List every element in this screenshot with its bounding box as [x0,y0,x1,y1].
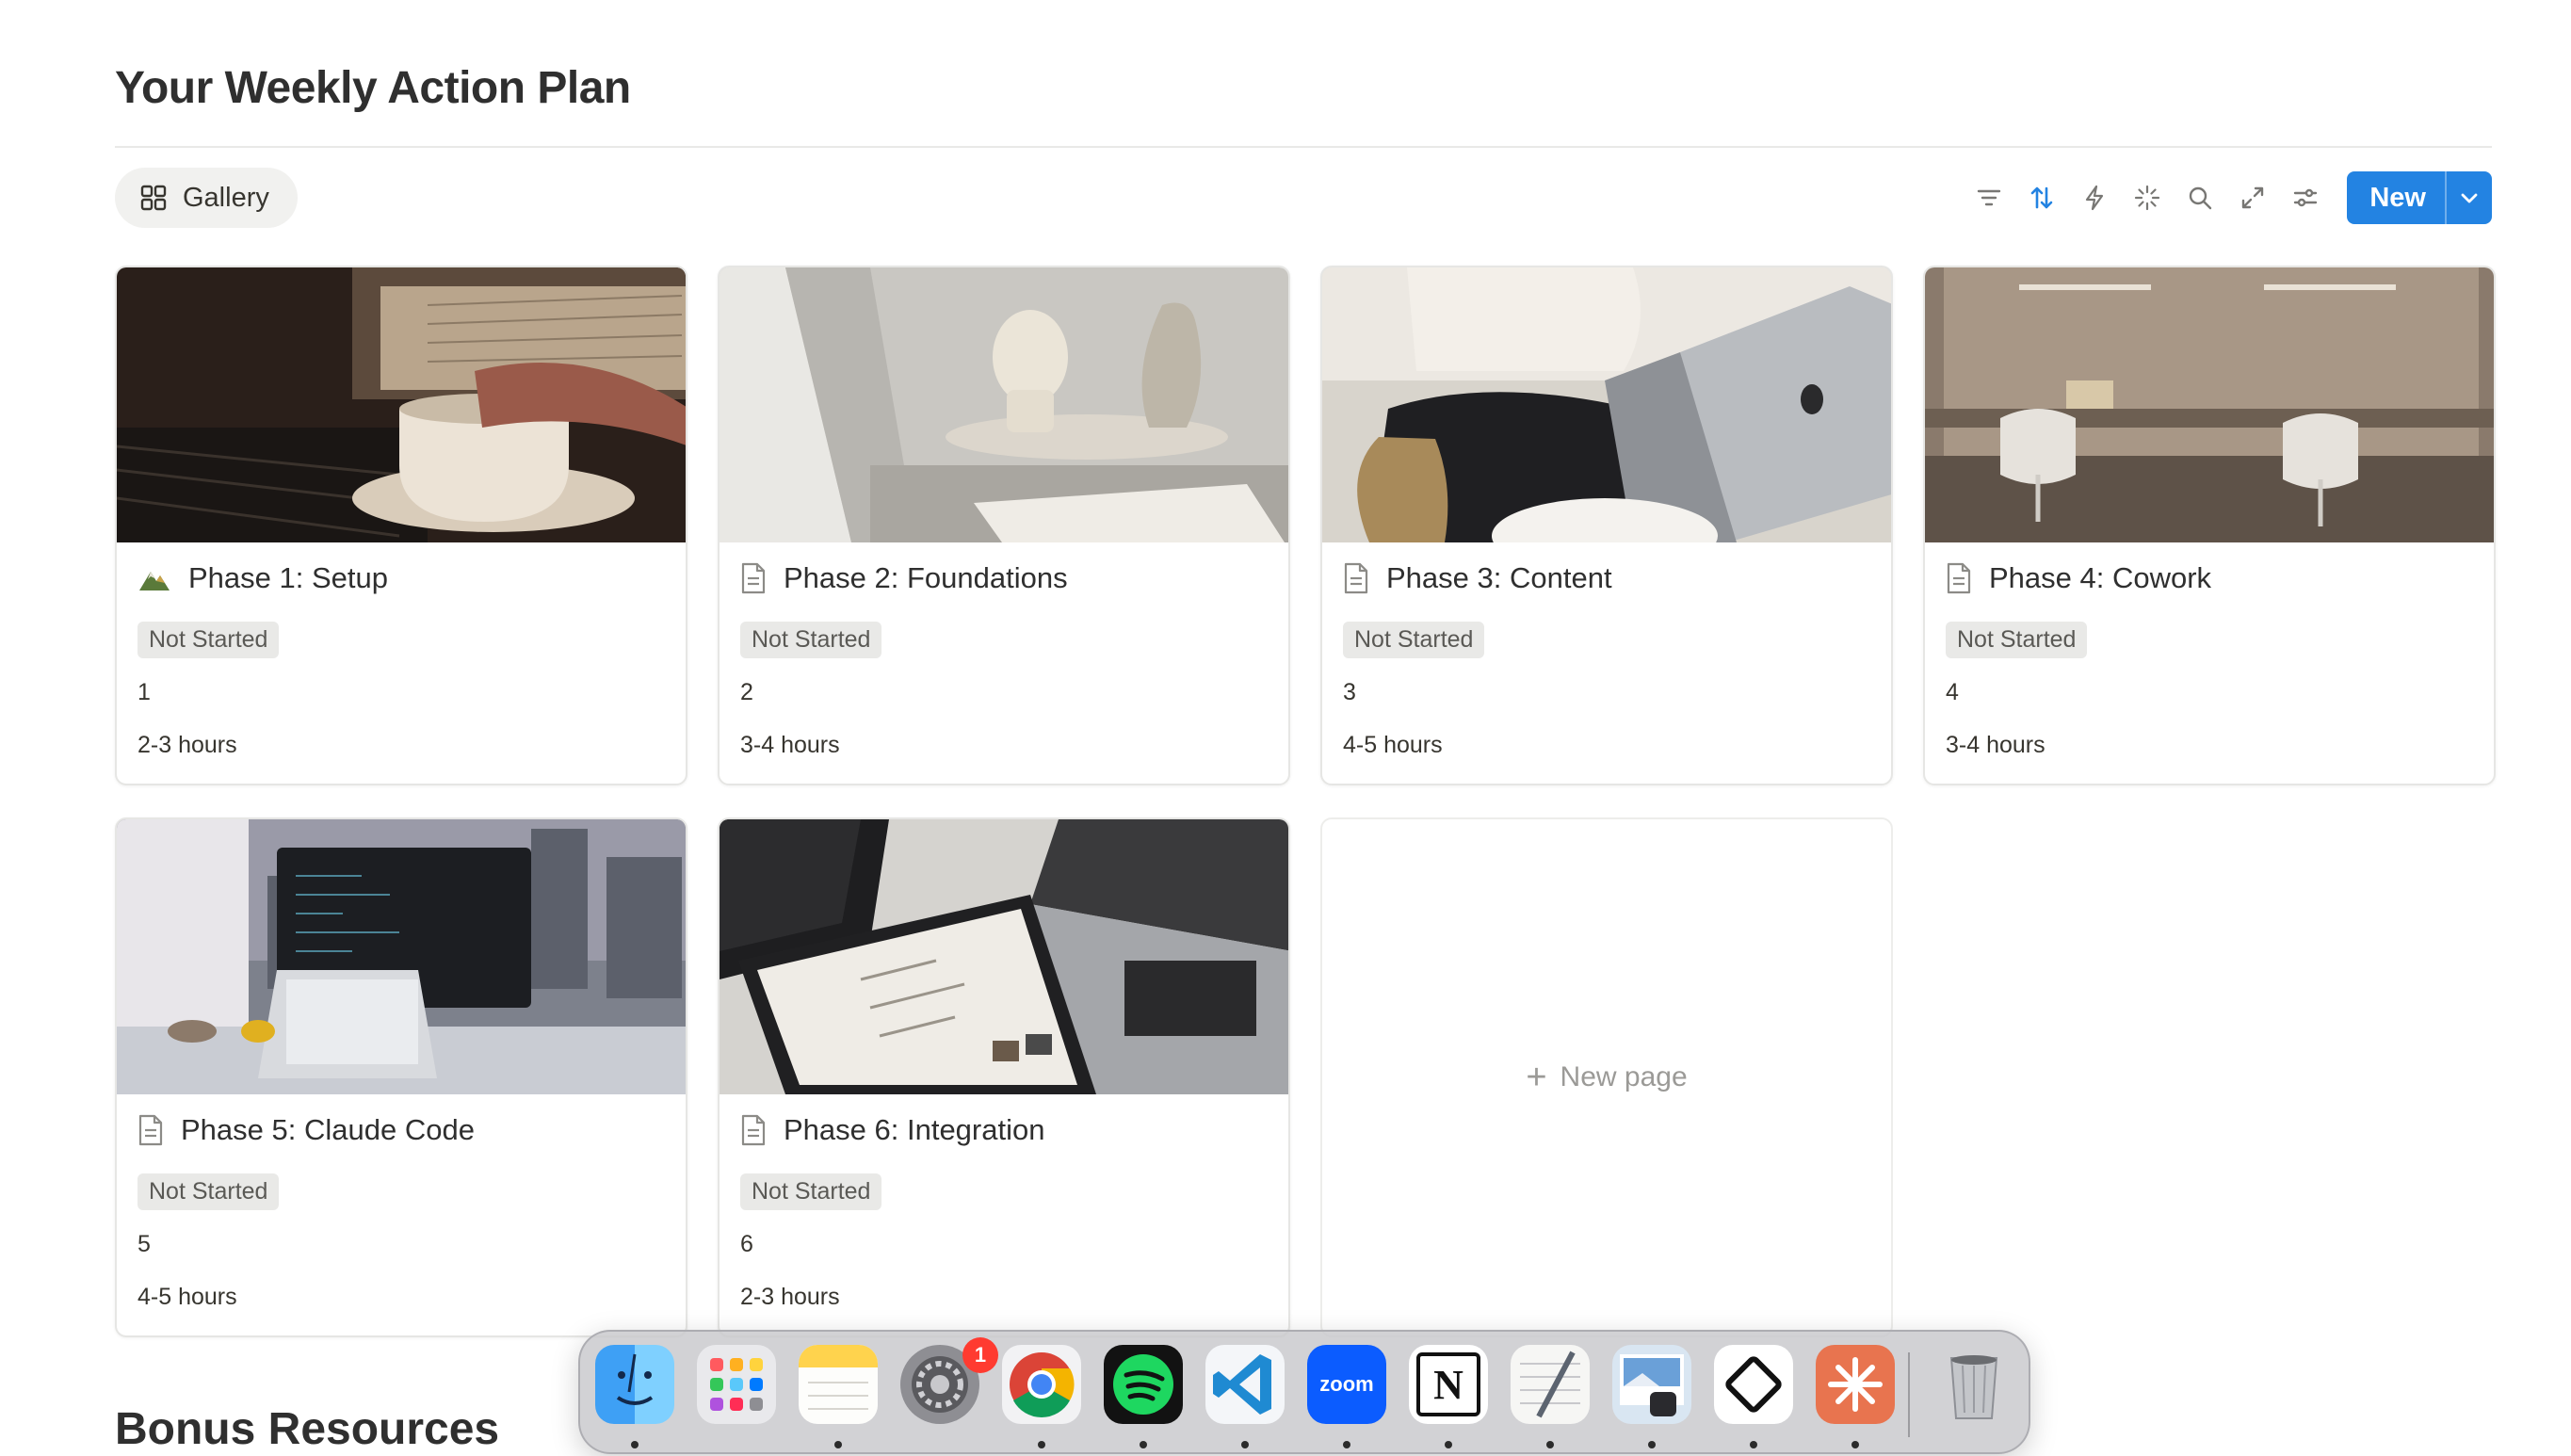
running-indicator [1851,1441,1859,1448]
section-heading: Bonus Resources [115,1404,500,1454]
status-badge: Not Started [740,1173,882,1210]
card-title-text: Phase 1: Setup [188,561,388,594]
notion-icon[interactable]: N [1409,1345,1488,1424]
gallery-view-tab[interactable]: Gallery [115,168,298,228]
card-order: 4 [1946,679,1959,705]
gallery-card-phase-2[interactable]: Phase 2: Foundations Not Started 2 3-4 h… [718,266,1290,785]
page-title: Your Weekly Action Plan [115,63,631,113]
running-indicator [1546,1441,1554,1448]
running-indicator [1750,1441,1757,1448]
gallery-view-label: Gallery [183,182,269,213]
card-order: 5 [137,1231,151,1257]
preview-icon[interactable] [1612,1345,1691,1424]
launchpad-icon[interactable] [697,1345,776,1424]
card-title-text: Phase 6: Integration [784,1113,1045,1146]
sort-icon[interactable] [2015,171,2068,224]
card-cover-image [720,267,1288,542]
title-divider [115,146,2492,148]
trash-icon[interactable] [1934,1345,2013,1424]
finder-icon[interactable] [595,1345,674,1424]
page-icon [740,1114,767,1146]
page-icon [740,562,767,594]
status-badge: Not Started [137,622,280,658]
settings-sliders-icon[interactable] [2279,171,2332,224]
ai-sparkle-icon[interactable] [2121,171,2174,224]
gallery-card-phase-1[interactable]: Phase 1: Setup Not Started 1 2-3 hours [115,266,687,785]
new-page-card[interactable]: + New page [1320,817,1893,1337]
card-duration: 3-4 hours [1946,732,2045,758]
gallery-card-phase-6[interactable]: Phase 6: Integration Not Started 6 2-3 h… [718,817,1290,1337]
card-order: 6 [740,1231,753,1257]
status-badge: Not Started [137,1173,280,1210]
page-icon [1946,562,1972,594]
zoom-icon[interactable]: zoom [1307,1345,1386,1424]
automation-bolt-icon[interactable] [2068,171,2121,224]
status-badge: Not Started [1946,622,2088,658]
card-title-text: Phase 3: Content [1386,561,1612,594]
card-cover-image [1925,267,2494,542]
notes-icon[interactable] [799,1345,878,1424]
new-button-group: New [2347,171,2492,224]
spotify-icon[interactable] [1104,1345,1183,1424]
card-title: Phase 4: Cowork [1946,561,2211,595]
chrome-icon[interactable] [1002,1345,1081,1424]
gallery-grid-icon [140,185,167,211]
expand-icon[interactable] [2226,171,2279,224]
card-cover-image [1322,267,1891,542]
notification-badge: 1 [962,1337,998,1373]
card-duration: 4-5 hours [1343,732,1443,758]
page-icon [137,1114,164,1146]
card-title: Phase 6: Integration [740,1113,1044,1147]
running-indicator [1140,1441,1147,1448]
new-page-label: New page [1560,1061,1688,1092]
zoom-label: zoom [1319,1372,1374,1396]
running-indicator [1038,1441,1045,1448]
card-cover-image [720,819,1288,1094]
filter-icon[interactable] [1963,171,2015,224]
new-button[interactable]: New [2347,171,2445,224]
running-indicator [1343,1441,1350,1448]
dock-separator [1908,1352,1910,1437]
status-badge: Not Started [1343,622,1485,658]
card-duration: 4-5 hours [137,1284,237,1310]
card-duration: 2-3 hours [137,732,237,758]
status-badge: Not Started [740,622,882,658]
card-title: Phase 3: Content [1343,561,1612,595]
card-cover-image [117,819,686,1094]
card-order: 1 [137,679,151,705]
notion-logo: N [1416,1352,1480,1416]
card-title: Phase 2: Foundations [740,561,1068,595]
running-indicator [631,1441,639,1448]
vscode-icon[interactable] [1205,1345,1285,1424]
running-indicator [1648,1441,1656,1448]
card-title-text: Phase 2: Foundations [784,561,1068,594]
search-icon[interactable] [2174,171,2226,224]
running-indicator [1445,1441,1452,1448]
gallery-card-phase-3[interactable]: Phase 3: Content Not Started 3 4-5 hours [1320,266,1893,785]
gallery-card-phase-5[interactable]: Phase 5: Claude Code Not Started 5 4-5 h… [115,817,687,1337]
card-duration: 3-4 hours [740,732,840,758]
card-order: 2 [740,679,753,705]
card-title-text: Phase 4: Cowork [1989,561,2212,594]
diamond-app-icon[interactable] [1714,1345,1793,1424]
macos-dock: 1 zoom N [578,1330,2030,1454]
card-title-text: Phase 5: Claude Code [181,1113,475,1146]
card-title: Phase 5: Claude Code [137,1113,475,1147]
mountain-emoji-icon [137,564,171,592]
plus-icon: + [1526,1057,1547,1097]
chevron-down-icon [2461,193,2478,203]
card-order: 3 [1343,679,1356,705]
running-indicator [1241,1441,1249,1448]
gallery-card-phase-4[interactable]: Phase 4: Cowork Not Started 4 3-4 hours [1923,266,2496,785]
claude-icon[interactable] [1816,1345,1895,1424]
database-toolbar: New [1963,171,2492,224]
running-indicator [834,1441,842,1448]
textedit-icon[interactable] [1511,1345,1590,1424]
page-icon [1343,562,1369,594]
notion-page: Your Weekly Action Plan Gallery New Phas… [0,0,2571,1456]
new-dropdown-button[interactable] [2445,171,2492,224]
card-duration: 2-3 hours [740,1284,840,1310]
card-title: Phase 1: Setup [137,561,388,595]
card-cover-image [117,267,686,542]
